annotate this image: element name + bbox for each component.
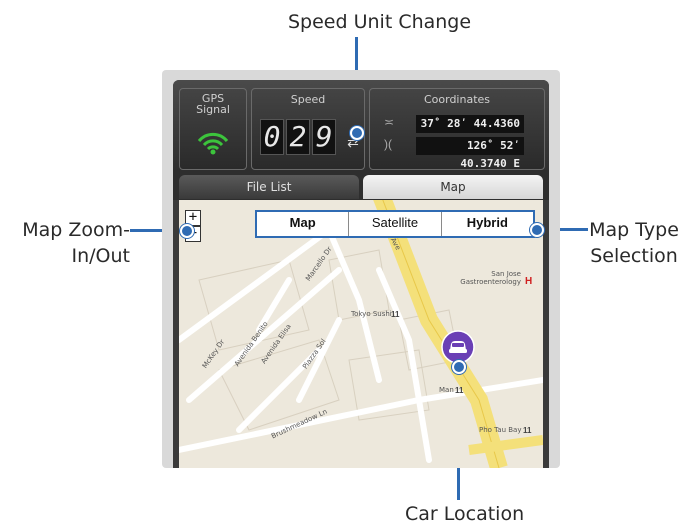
longitude-value: 126˚ 52ʹ 40.3740 E	[416, 137, 524, 170]
poi-marker: 11	[455, 386, 464, 395]
callout-speed-unit-change: Speed Unit Change	[288, 11, 472, 33]
tab-bar: File List Map	[173, 172, 549, 200]
callout-map-zoom-line1: Map Zoom-	[22, 219, 130, 241]
callout-map-type-line1: Map Type	[589, 219, 679, 241]
callout-map-type: Map Type Selection	[586, 218, 682, 269]
coordinates-panel: Coordinates ≍ )( 37˚ 28ʹ 44.4360 N 126˚ …	[369, 88, 545, 170]
gps-title-line2: Signal	[196, 103, 230, 116]
speed-digit-1: 0	[260, 119, 284, 155]
poi-marker: 11	[523, 426, 532, 435]
tab-map[interactable]: Map	[363, 175, 543, 199]
map-view[interactable]: + − Map Satellite Hybrid McKey Dr Avenid…	[179, 200, 543, 468]
callout-dot-map-type	[530, 223, 544, 237]
gps-title: GPS Signal	[180, 93, 246, 115]
callout-dot-car-location	[452, 360, 466, 374]
speed-title: Speed	[290, 93, 326, 106]
longitude-icon: )(	[384, 137, 392, 151]
map-type-hybrid-button[interactable]: Hybrid	[442, 212, 533, 236]
poi-label: Pho Tau Bay	[479, 426, 522, 434]
tab-file-list[interactable]: File List	[179, 175, 359, 199]
poi-marker: 11	[391, 310, 400, 319]
poi-label: Tokyo Sushi	[351, 310, 392, 318]
map-type-map-button[interactable]: Map	[257, 212, 350, 236]
poi-marker: H	[525, 276, 533, 287]
poi-label: San Jose Gastroenterology	[460, 270, 521, 286]
latitude-value: 37˚ 28ʹ 44.4360 N	[416, 115, 524, 148]
callout-car-location: Car Location	[405, 503, 525, 525]
speed-digit-3: 9	[312, 119, 336, 155]
coordinates-title: Coordinates	[423, 93, 491, 106]
gps-panel: GPS Signal	[179, 88, 247, 170]
speed-digit-2: 2	[286, 119, 310, 155]
gps-signal-icon	[197, 132, 229, 155]
poi-label: Man	[439, 386, 454, 394]
callout-dot-speed-unit	[350, 126, 364, 140]
map-type-satellite-button[interactable]: Satellite	[349, 212, 442, 236]
callout-map-zoom-line2: In/Out	[71, 244, 131, 267]
latitude-icon: ≍	[384, 115, 395, 129]
callout-map-zoom: Map Zoom- In/Out	[12, 218, 130, 269]
callout-dot-map-zoom	[180, 224, 194, 238]
car-location-icon[interactable]	[441, 330, 475, 364]
map-type-selector: Map Satellite Hybrid	[255, 210, 535, 238]
status-panel: GPS Signal Speed 0 2 9 ⇄ Coordinates ≍ )…	[173, 80, 549, 172]
speed-panel: Speed 0 2 9 ⇄	[251, 88, 365, 170]
callout-map-type-line2: Selection	[590, 244, 678, 267]
